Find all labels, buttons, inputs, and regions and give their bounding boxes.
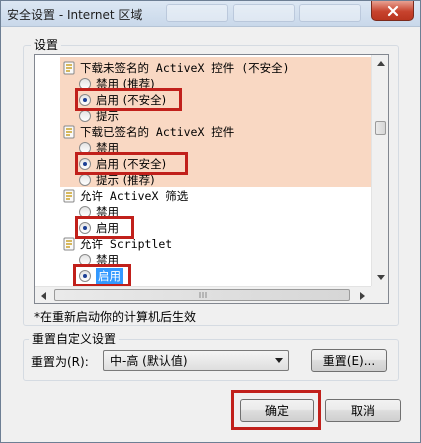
setting-header: 下载未签名的 ActiveX 控件 (不安全) <box>63 60 290 76</box>
annotation-outline <box>75 216 134 239</box>
radio-button[interactable] <box>79 174 91 186</box>
scroll-down-button[interactable] <box>372 269 388 286</box>
cancel-button[interactable]: 取消 <box>325 399 401 422</box>
security-settings-dialog: 安全设置 - Internet 区域 设置 下载未签名的 ActiveX 控件 … <box>0 0 421 443</box>
arrow-right-icon <box>360 291 365 300</box>
background-tab <box>166 4 228 22</box>
title-bar[interactable]: 安全设置 - Internet 区域 <box>1 1 420 27</box>
window-title: 安全设置 - Internet 区域 <box>7 8 143 22</box>
radio-button[interactable] <box>79 110 91 122</box>
arrow-down-icon <box>376 275 385 280</box>
scroll-left-button[interactable] <box>35 287 52 303</box>
close-button[interactable] <box>371 1 414 21</box>
arrow-left-icon <box>41 291 46 300</box>
chevron-down-icon <box>275 358 283 363</box>
setting-gear-icon <box>63 237 75 251</box>
reset-button[interactable]: 重置(E)... <box>311 349 387 372</box>
restart-note: *在重新启动你的计算机后生效 <box>34 310 197 324</box>
setting-header: 允许 ActiveX 筛选 <box>63 188 188 204</box>
scroll-right-button[interactable] <box>354 287 371 303</box>
setting-gear-icon <box>63 125 75 139</box>
close-icon <box>387 5 398 16</box>
settings-group-label: 设置 <box>31 36 62 53</box>
grip-icon <box>199 292 207 298</box>
setting-gear-icon <box>63 189 75 203</box>
background-tab <box>299 4 361 22</box>
reset-level-value: 中-高 (默认值) <box>110 354 188 368</box>
vertical-scroll-thumb[interactable] <box>375 121 386 135</box>
background-tab <box>233 4 295 22</box>
reset-to-label: 重置为(R): <box>31 355 89 369</box>
scroll-up-button[interactable] <box>372 55 388 72</box>
vertical-scrollbar[interactable] <box>371 55 388 286</box>
horizontal-scrollbar[interactable] <box>35 286 371 303</box>
reset-group-label: 重置自定义设置 <box>29 330 120 347</box>
arrow-up-icon <box>376 61 385 66</box>
scrollbar-corner <box>371 286 388 303</box>
setting-gear-icon <box>63 61 75 75</box>
horizontal-scroll-thumb[interactable] <box>54 289 350 301</box>
annotation-outline <box>231 390 321 430</box>
annotation-outline <box>75 152 188 175</box>
annotation-outline <box>75 88 182 111</box>
setting-header: 下载已签名的 ActiveX 控件 <box>63 124 234 140</box>
annotation-outline <box>73 264 131 287</box>
settings-list[interactable]: 下载未签名的 ActiveX 控件 (不安全) 禁用 (推荐) 启用 (不安全)… <box>34 54 389 304</box>
reset-level-select[interactable]: 中-高 (默认值) <box>103 350 289 371</box>
